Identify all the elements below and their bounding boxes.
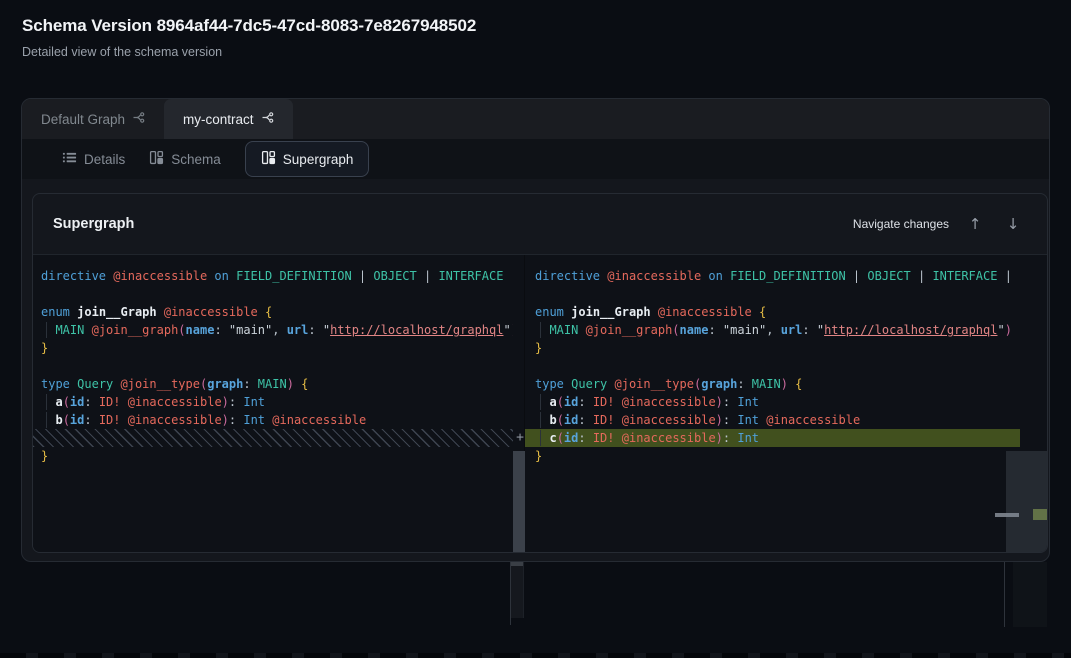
code-line: c(id: ID! @inaccessible): Int <box>525 429 1020 447</box>
tab-details[interactable]: Details <box>62 150 125 168</box>
tab-default-graph-label: Default Graph <box>41 112 125 127</box>
panel-title: Supergraph <box>53 216 134 232</box>
vertical-scrollbar-thumb[interactable] <box>513 451 525 553</box>
graph-tabbar: Default Graph my-contract <box>22 99 1049 139</box>
code-line: directive @inaccessible on FIELD_DEFINIT… <box>525 267 1020 285</box>
diff-added-marker: + <box>511 429 529 447</box>
code-line: } <box>33 339 513 357</box>
code-line: type Query @join__type(graph: MAIN) { <box>33 375 513 393</box>
code-line: a(id: ID! @inaccessible): Int <box>525 393 1020 411</box>
code-line: enum join__Graph @inaccessible { <box>525 303 1020 321</box>
code-line <box>525 285 1020 303</box>
list-icon <box>62 150 77 168</box>
minimap-slider[interactable] <box>1006 451 1048 553</box>
tab-my-contract[interactable]: my-contract <box>164 99 293 139</box>
minimap <box>1020 255 1047 552</box>
code-line: MAIN @join__graph(name: "main", url: "ht… <box>525 321 1020 339</box>
supergraph-panel-header: Supergraph Navigate changes ↑ ↓ <box>33 194 1047 254</box>
schema-version-card: Default Graph my-contract <box>21 98 1050 562</box>
page-subtitle: Detailed view of the schema version <box>22 45 476 59</box>
code-line <box>525 357 1020 375</box>
tab-supergraph[interactable]: Supergraph <box>245 141 370 177</box>
diff-pane-modified[interactable]: directive @inaccessible on FIELD_DEFINIT… <box>525 255 1020 552</box>
contract-icon <box>261 111 274 127</box>
code-line: } <box>525 447 1020 465</box>
code-line: } <box>525 339 1020 357</box>
tab-schema[interactable]: Schema <box>149 150 221 168</box>
columns-icon <box>261 150 276 168</box>
code-line <box>33 285 513 303</box>
page-header: Schema Version 8964af44-7dc5-47cd-8083-7… <box>22 16 476 59</box>
code-line: directive @inaccessible on FIELD_DEFINIT… <box>33 267 513 285</box>
code-line: enum join__Graph @inaccessible { <box>33 303 513 321</box>
view-tabbar: Details Schema Supergraph <box>22 139 1049 179</box>
editor-overflow-divider-right <box>1004 562 1005 627</box>
navigate-changes-label: Navigate changes <box>853 217 949 231</box>
code-line: a(id: ID! @inaccessible): Int <box>33 393 513 411</box>
navigate-previous-button[interactable]: ↑ <box>963 212 987 236</box>
code-line: MAIN @join__graph(name: "main", url: "ht… <box>33 321 513 339</box>
diff-gutter: + <box>513 255 525 552</box>
navigate-next-button[interactable]: ↓ <box>1001 212 1025 236</box>
columns-icon <box>149 150 164 168</box>
code-line: } <box>33 447 513 465</box>
editor-overflow-minimap-column <box>1013 562 1047 627</box>
editor-overflow-scroll-column <box>511 566 523 618</box>
bottom-dashed-divider <box>0 653 1071 658</box>
contract-icon <box>132 111 145 127</box>
tab-schema-label: Schema <box>171 152 221 167</box>
page-title: Schema Version 8964af44-7dc5-47cd-8083-7… <box>22 16 476 36</box>
code-line: b(id: ID! @inaccessible): Int @inaccessi… <box>525 411 1020 429</box>
code-line <box>33 357 513 375</box>
schema-diff-editor: directive @inaccessible on FIELD_DEFINIT… <box>33 254 1047 552</box>
diff-placeholder-row <box>33 429 513 447</box>
supergraph-panel: Supergraph Navigate changes ↑ ↓ directiv… <box>32 193 1048 553</box>
code-line: type Query @join__type(graph: MAIN) { <box>525 375 1020 393</box>
editor-overflow-gutter-line <box>523 562 524 618</box>
tab-details-label: Details <box>84 152 125 167</box>
code-line: b(id: ID! @inaccessible): Int @inaccessi… <box>33 411 513 429</box>
tab-default-graph[interactable]: Default Graph <box>22 99 164 139</box>
diff-pane-original[interactable]: directive @inaccessible on FIELD_DEFINIT… <box>33 255 513 552</box>
tab-supergraph-label: Supergraph <box>283 152 354 167</box>
navigate-changes: Navigate changes ↑ ↓ <box>853 212 1025 236</box>
tab-my-contract-label: my-contract <box>183 112 254 127</box>
